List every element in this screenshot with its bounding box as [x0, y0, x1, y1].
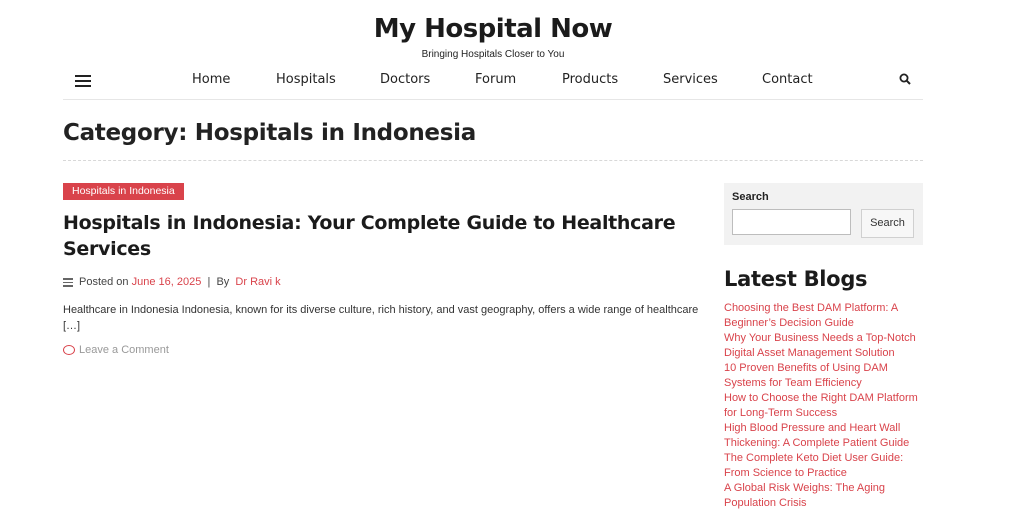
search-widget-label: Search: [732, 191, 769, 203]
latest-blog-link[interactable]: Why Your Business Needs a Top-Notch Digi…: [724, 331, 924, 361]
nav-home[interactable]: Home: [192, 72, 230, 87]
category-title: Category: Hospitals in Indonesia: [63, 120, 476, 146]
latest-blog-link[interactable]: The Complete Keto Diet User Guide: From …: [724, 451, 924, 481]
nav-services[interactable]: Services: [663, 72, 718, 87]
search-widget: Search Search: [724, 183, 923, 245]
latest-blogs-heading: Latest Blogs: [724, 267, 868, 291]
nav-products[interactable]: Products: [562, 72, 618, 87]
site-tagline: Bringing Hospitals Closer to You: [421, 49, 565, 60]
list-icon: [63, 278, 73, 287]
latest-blog-link[interactable]: High Blood Pressure and Heart Wall Thick…: [724, 421, 924, 451]
post-excerpt: Healthcare in Indonesia Indonesia, known…: [63, 304, 699, 332]
latest-blog-link[interactable]: A Global Risk Weighs: The Aging Populati…: [724, 481, 924, 511]
post-title[interactable]: Hospitals in Indonesia: Your Complete Gu…: [63, 210, 703, 262]
author-link[interactable]: Dr Ravi k: [235, 276, 280, 288]
nav-doctors[interactable]: Doctors: [380, 72, 430, 87]
post-meta: Posted on June 16, 2025 | By Dr Ravi k: [63, 276, 281, 288]
sidebar-search-button[interactable]: Search: [861, 209, 914, 238]
search-icon[interactable]: [899, 73, 911, 85]
latest-blogs-list: Choosing the Best DAM Platform: A Beginn…: [724, 301, 924, 511]
meta-separator: |: [207, 276, 211, 288]
hamburger-menu-icon[interactable]: [75, 75, 91, 87]
latest-blog-link[interactable]: How to Choose the Right DAM Platform for…: [724, 391, 924, 421]
by-label: By: [216, 276, 230, 288]
nav-forum[interactable]: Forum: [475, 72, 516, 87]
nav-contact[interactable]: Contact: [762, 72, 813, 87]
leave-comment-link[interactable]: Leave a Comment: [63, 344, 169, 356]
latest-blog-link[interactable]: Choosing the Best DAM Platform: A Beginn…: [724, 301, 924, 331]
nav-hospitals[interactable]: Hospitals: [276, 72, 336, 87]
category-badge[interactable]: Hospitals in Indonesia: [63, 183, 184, 200]
site-title[interactable]: My Hospital Now: [0, 14, 986, 44]
sidebar-search-input[interactable]: [732, 209, 851, 235]
latest-blog-link[interactable]: 10 Proven Benefits of Using DAM Systems …: [724, 361, 924, 391]
category-divider: [63, 160, 923, 161]
posted-on-label: Posted on: [79, 276, 129, 288]
post-date-link[interactable]: June 16, 2025: [132, 276, 202, 288]
comment-icon: [63, 345, 75, 355]
leave-comment-label[interactable]: Leave a Comment: [79, 344, 169, 356]
main-navigation: Home Hospitals Doctors Forum Products Se…: [63, 66, 923, 100]
